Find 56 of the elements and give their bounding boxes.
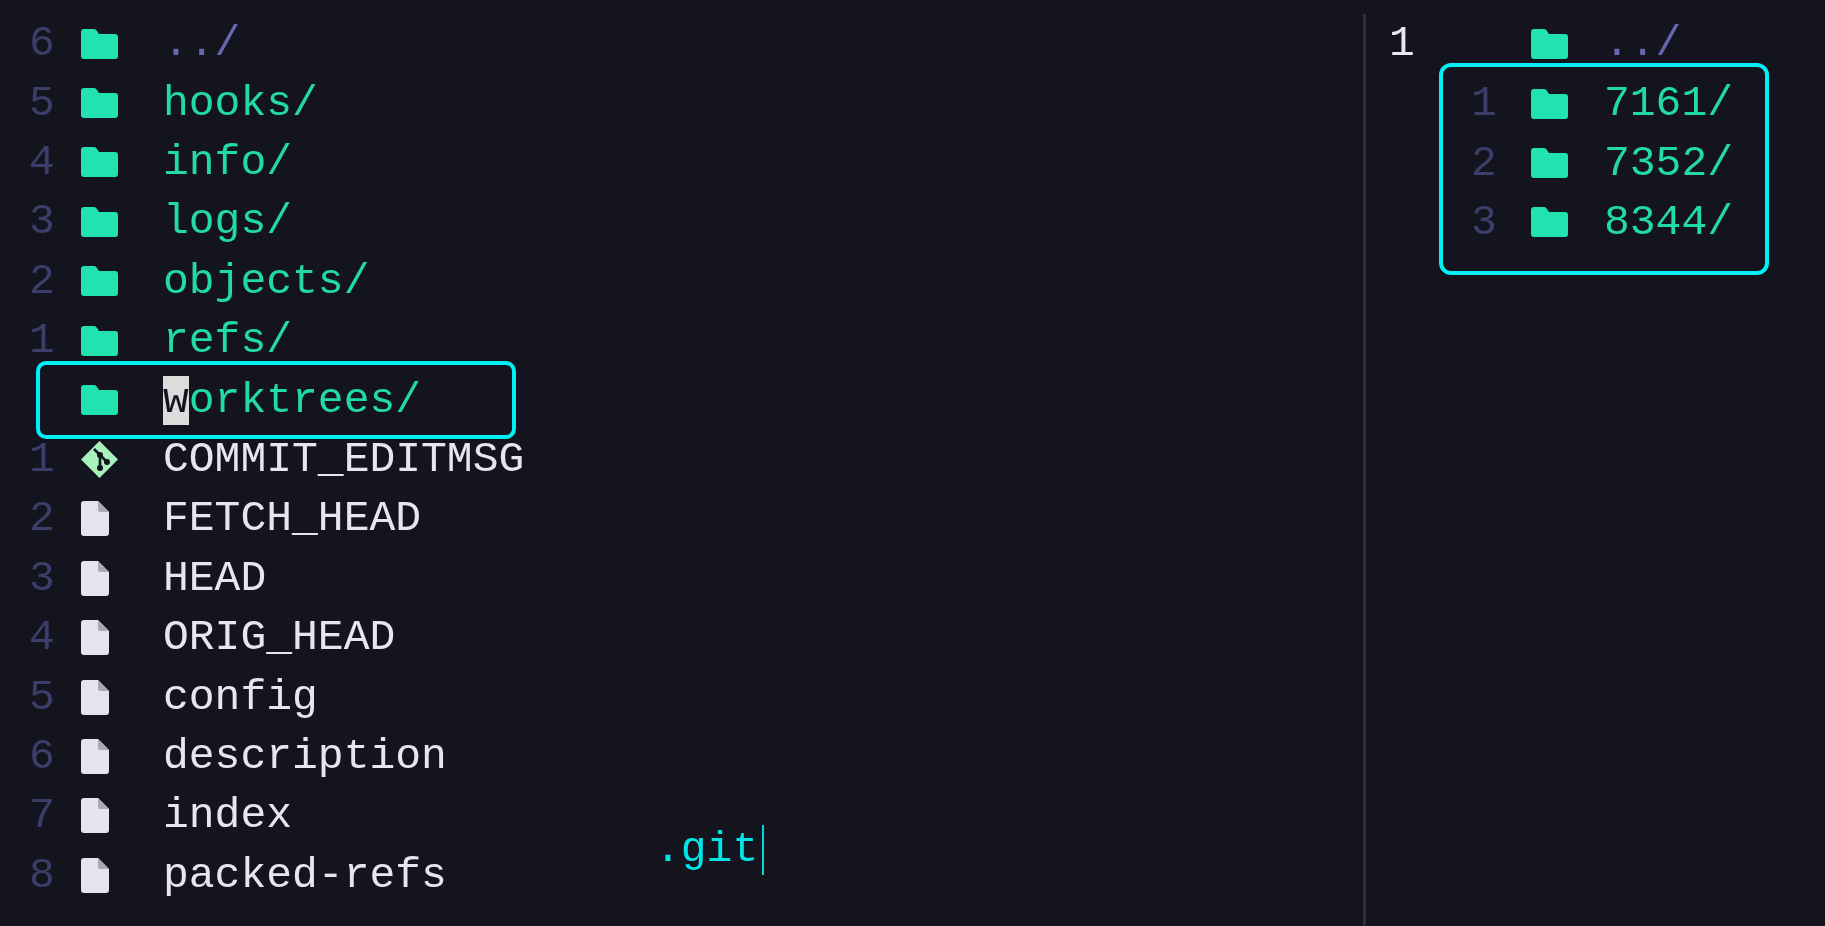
file-name[interactable]: ORIG_HEAD [163,616,396,660]
file-icon [81,620,109,656]
path-input[interactable]: .git [655,822,765,878]
directory-name[interactable]: ../ [163,22,241,66]
file-icon [81,798,109,834]
folder-icon [1531,28,1568,59]
line-number: 7 [29,794,56,838]
directory-name[interactable]: 7352/ [1604,141,1734,185]
folder-icon [81,266,118,297]
file-icon [81,857,109,893]
file-name[interactable]: config [163,675,318,719]
line-number: 4 [29,140,56,184]
file-name[interactable]: packed-refs [163,853,447,897]
directory-name[interactable]: ../ [1604,22,1682,66]
line-number: 2 [29,497,56,541]
line-number: 5 [29,81,56,125]
directory-name[interactable]: 7161/ [1604,82,1734,126]
line-number: 2 [1471,141,1498,185]
folder-icon [1531,207,1568,238]
directory-name[interactable]: 8344/ [1604,200,1734,244]
file-icon [81,679,109,715]
folder-icon [81,206,118,237]
file-name[interactable]: HEAD [163,556,267,600]
folder-icon [81,325,118,356]
directory-name[interactable]: logs/ [163,200,293,244]
file-icon [81,560,109,596]
file-icon [81,501,109,537]
directory-name[interactable]: refs/ [163,319,293,363]
line-number: 8 [29,853,56,897]
line-number: 3 [29,556,56,600]
folder-icon [81,147,118,178]
folder-icon [81,385,118,416]
directory-name[interactable]: info/ [163,140,293,184]
line-number: 2 [29,259,56,303]
folder-icon [1531,88,1568,119]
directory-name[interactable]: hooks/ [163,81,318,125]
line-number: 1 [29,319,56,363]
file-icon [81,738,109,774]
directory-name[interactable]: objects/ [163,259,370,303]
line-number: 1 [29,437,56,481]
folder-icon [1531,148,1568,179]
line-number: 6 [29,734,56,778]
git-icon [81,440,118,478]
line-number: 3 [29,200,56,244]
file-name[interactable]: COMMIT_EDITMSG [163,437,525,481]
line-number: 3 [1471,200,1498,244]
line-number: 1 [1471,82,1498,126]
line-number: 1 [1389,22,1416,66]
line-number: 6 [29,22,56,66]
folder-icon [81,28,118,59]
line-number: 5 [29,675,56,719]
file-name[interactable]: index [163,794,293,838]
file-name[interactable]: description [163,734,447,778]
folder-icon [81,88,118,119]
line-number: 4 [29,616,56,660]
file-name[interactable]: FETCH_HEAD [163,497,422,541]
